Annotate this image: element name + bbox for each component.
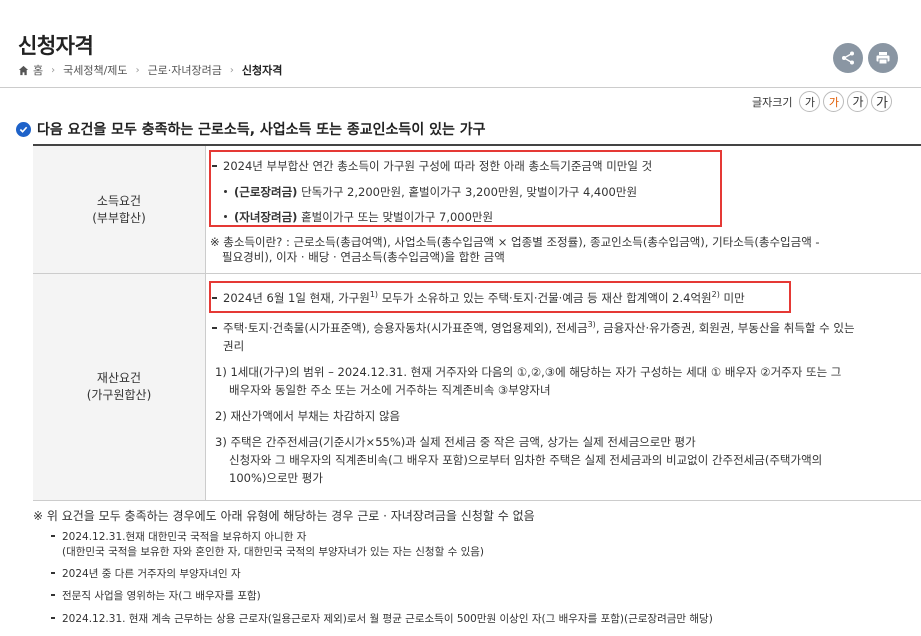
footnote-1-line2: 배우자와 동일한 주소 또는 거소에 거주하는 직계존비속 ③부양자녀 [229,383,551,397]
chevron-right-icon: › [51,64,56,76]
home-icon[interactable] [18,65,29,76]
font-size-control: 글자크기 가 가 가 가 [752,91,893,112]
exclusion-item: 전문직 사업을 영위하는 자(그 배우자를 포함) [51,590,261,602]
section-heading: 다음 요건을 모두 충족하는 근로소득, 사업소득 또는 종교인소득이 있는 가… [16,119,485,139]
header-divider [0,87,921,88]
income-requirement-row: 소득요건 (부부합산) 2024년 부부합산 연간 총소득이 가구원 구성에 따… [33,146,921,274]
font-size-large-button[interactable]: 가 [847,91,869,112]
income-sublabel: (부부합산) [92,210,146,225]
chevron-right-icon: › [135,64,140,76]
asset-sublabel: (가구원합산) [86,388,152,402]
asset-main-mid: 모두가 소유하고 있는 주택·토지·건물·예금 등 재산 합계액이 2.4억원 [378,291,712,305]
exclusion-item: 2024.12.31.현재 대한민국 국적을 보유하지 아니한 자 [50,531,307,543]
footnote-ref-3: 3) [587,320,596,330]
print-button[interactable] [868,43,898,73]
asset-main-pre: 2024년 6월 1일 현재, 가구원 [223,291,370,305]
income-main-text: 2024년 부부합산 연간 총소득이 가구원 구성에 따라 정한 아래 총소득기… [211,159,653,173]
income-item-child: (자녀장려금) 홑벌이가구 또는 맞벌이가구 7,000만원 [223,209,494,225]
footnote-2: 2) 재산가액에서 부채는 차감하지 않음 [215,409,401,423]
child-incentive-text: 홑벌이가구 또는 맞벌이가구 7,000만원 [297,210,494,224]
page-title: 신청자격 [18,34,94,58]
breadcrumb-tax-policy[interactable]: 국세정책/제도 [63,62,127,78]
exclusion-item-detail: (대한민국 국적을 보유한 자와 혼인한 자, 대한민국 국적의 부양자녀가 있… [62,546,484,558]
earned-incentive-text: 단독가구 2,200만원, 홑벌이가구 3,200만원, 맞벌이가구 4,400… [297,185,638,199]
share-button[interactable] [833,43,863,73]
font-size-small-button[interactable]: 가 [799,91,821,112]
income-requirement-content: 2024년 부부합산 연간 총소득이 가구원 구성에 따라 정한 아래 총소득기… [206,146,921,273]
footnote-ref-2: 2) [711,290,720,300]
chevron-right-icon: › [229,64,234,76]
exclusion-item: 2024.12.31. 현재 계속 근무하는 상용 근로자(일용근로자 제외)로… [51,613,713,625]
exclusion-note: ※ 위 요건을 모두 충족하는 경우에도 아래 유형에 해당하는 경우 근로 ·… [33,509,535,523]
footnote-3-line3: 100%)으로만 평가 [229,471,323,485]
requirements-table: 소득요건 (부부합산) 2024년 부부합산 연간 총소득이 가구원 구성에 따… [33,144,921,501]
asset-sub-text: 주택·토지·건축물(시가표준액), 승용자동차(시가표준액, 영업용제외), 전… [212,320,855,336]
footnote-1-line1: 1) 1세대(가구)의 범위 – 2024.12.31. 현재 거주자와 다음의… [215,365,842,379]
print-icon [876,52,890,65]
font-size-default-button[interactable]: 가 [823,91,845,112]
check-circle-icon [16,121,31,137]
breadcrumb: 홈 › 국세정책/제도 › 근로·자녀장려금 › 신청자격 [18,62,282,78]
income-label: 소득요건 [96,193,142,208]
footnote-ref-1: 1) [369,290,379,300]
font-size-label: 글자크기 [752,95,793,109]
asset-main-text: 2024년 6월 1일 현재, 가구원1) 모두가 소유하고 있는 주택·토지·… [212,290,745,306]
font-size-xlarge-button[interactable]: 가 [871,91,893,112]
footnote-3-line1: 3) 주택은 간주전세금(기준시가×55%)과 실제 전세금 중 작은 금액, … [215,435,696,449]
income-requirement-header: 소득요건 (부부합산) [33,146,206,273]
asset-main-post: 미만 [719,291,745,305]
child-incentive-label: (자녀장려금) [234,210,298,224]
asset-label: 재산요건 [96,371,142,385]
asset-sub-line2: 권리 [223,339,245,353]
breadcrumb-home[interactable]: 홈 [33,62,43,78]
footnote-3-line2: 신청자와 그 배우자의 직계존비속(그 배우자 포함)으로부터 임차한 주택은 … [229,453,823,467]
asset-requirement-header: 재산요건 (가구원합산) [33,274,206,500]
earned-incentive-label: (근로장려금) [234,185,298,199]
income-note-line2: 필요경비), 이자 · 배당 · 연금소득(총수입금액)을 합한 금액 [222,250,505,264]
exclusion-item: 2024년 중 다른 거주자의 부양자녀인 자 [51,568,241,580]
breadcrumb-current: 신청자격 [241,64,283,77]
breadcrumb-incentive[interactable]: 근로·자녀장려금 [148,62,222,78]
asset-sub-post: , 금융자산·유가증권, 회원권, 부동산을 취득할 수 있는 [595,321,855,335]
asset-sub-pre: 주택·토지·건축물(시가표준액), 승용자동차(시가표준액, 영업용제외), 전… [223,321,588,335]
asset-requirement-content: 2024년 6월 1일 현재, 가구원1) 모두가 소유하고 있는 주택·토지·… [206,274,921,500]
income-note-line1: ※ 총소득이란? : 근로소득(총급여액), 사업소득(총수입금액 × 업종별 … [210,235,820,249]
income-item-earned: (근로장려금) 단독가구 2,200만원, 홑벌이가구 3,200만원, 맞벌이… [223,184,638,200]
share-icon [842,51,854,65]
asset-requirement-row: 재산요건 (가구원합산) 2024년 6월 1일 현재, 가구원1) 모두가 소… [33,274,921,501]
heading-text: 다음 요건을 모두 충족하는 근로소득, 사업소득 또는 종교인소득이 있는 가… [37,122,486,138]
